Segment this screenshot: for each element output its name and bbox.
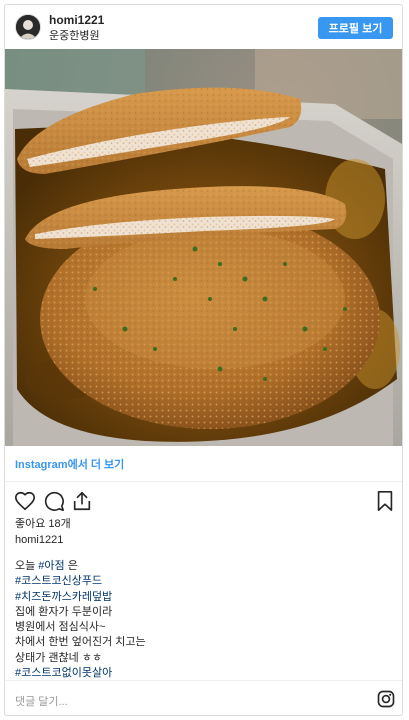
action-bar [5, 483, 402, 519]
caption-author[interactable]: homi1221 [15, 534, 63, 546]
caption-line: #치즈돈까스카레덮밥 [15, 590, 146, 605]
instagram-embed-card: homi1221 운중한병원 프로필 보기 Instagram에서 더 보기 좋… [4, 4, 403, 716]
comment-input[interactable]: 댓글 달기... [15, 693, 68, 709]
post-header: homi1221 운중한병원 프로필 보기 [5, 5, 402, 49]
view-more-on-instagram: Instagram에서 더 보기 [5, 446, 402, 482]
caption-line: 차에서 한번 엎어진거 치고는 [15, 635, 146, 650]
avatar[interactable] [15, 14, 41, 40]
username[interactable]: homi1221 [49, 13, 104, 27]
caption-text: 은 [64, 560, 78, 572]
view-more-link[interactable]: Instagram에서 더 보기 [15, 456, 124, 472]
heart-icon[interactable] [14, 490, 36, 512]
caption-text: 오늘 [15, 560, 39, 572]
caption-line: 상태가 괜찮네 ㅎㅎ [15, 651, 146, 666]
caption-line: 병원에서 점심식사~ [15, 620, 146, 635]
post-photo[interactable] [5, 49, 402, 446]
view-profile-button[interactable]: 프로필 보기 [318, 17, 393, 39]
caption-line: 집에 환자가 두분이라 [15, 605, 146, 620]
like-count[interactable]: 좋아요 18개 [15, 515, 71, 531]
caption-text: 차에서 한번 엎어진거 치고는 [15, 636, 146, 649]
caption: 오늘 #아점 은 #코스트코신상푸드 #치즈돈까스카레덮밥 집에 환자가 두분이… [15, 559, 146, 681]
hashtag[interactable]: #아점 [38, 560, 64, 572]
bookmark-icon[interactable] [374, 490, 396, 512]
caption-line: #코스트코신상푸드 [15, 574, 146, 589]
share-icon[interactable] [71, 490, 93, 512]
hashtag[interactable]: #코스트코신상푸드 [15, 575, 102, 587]
caption-text: 상태가 괜찮네 ㅎㅎ [15, 651, 103, 664]
caption-text: 병원에서 점심식사~ [15, 621, 106, 634]
location[interactable]: 운중한병원 [49, 27, 100, 43]
instagram-logo-icon[interactable] [377, 690, 395, 708]
comment-bar: 댓글 달기... [5, 680, 402, 715]
caption-text: 집에 환자가 두분이라 [15, 605, 113, 618]
hashtag[interactable]: #코스트코없이못살아 [15, 667, 112, 679]
comment-icon[interactable] [43, 490, 65, 512]
caption-line: 오늘 #아점 은 [15, 559, 146, 574]
hashtag[interactable]: #치즈돈까스카레덮밥 [15, 591, 112, 603]
